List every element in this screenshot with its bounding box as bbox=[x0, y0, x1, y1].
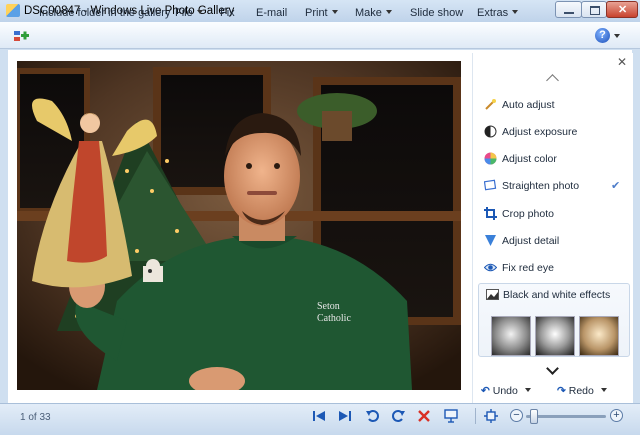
page-count: 1 of 33 bbox=[20, 412, 51, 423]
menu-print[interactable]: Print bbox=[305, 7, 338, 19]
magic-wand-icon bbox=[485, 99, 496, 110]
fix-label: Straighten photo bbox=[502, 180, 580, 192]
menu-fix[interactable]: Fix bbox=[220, 7, 235, 19]
detail-icon bbox=[485, 235, 496, 246]
fix-adjust-exposure[interactable]: Adjust exposure bbox=[484, 123, 624, 141]
zoom-out-icon[interactable]: − bbox=[510, 409, 523, 422]
fix-label: Fix red eye bbox=[502, 262, 554, 274]
crop-icon bbox=[484, 207, 497, 220]
menu-bar bbox=[0, 22, 640, 49]
close-panel-icon[interactable]: ✕ bbox=[617, 56, 627, 68]
photo-image: Seton Catholic bbox=[17, 61, 461, 390]
rotate-left-icon[interactable] bbox=[365, 408, 381, 424]
color-wheel-icon bbox=[484, 152, 497, 165]
fix-crop-photo[interactable]: Crop photo bbox=[484, 205, 624, 223]
chevron-down-icon bbox=[331, 10, 338, 14]
close-window-button[interactable] bbox=[606, 1, 638, 18]
bw-effect-thumbnail[interactable] bbox=[491, 316, 531, 356]
fix-adjust-detail[interactable]: Adjust detail bbox=[484, 232, 624, 250]
slide-show-icon[interactable] bbox=[443, 408, 459, 424]
bw-effects-group: Black and white effects bbox=[478, 283, 630, 357]
fix-label: Adjust detail bbox=[502, 235, 560, 247]
fix-label: Crop photo bbox=[502, 208, 554, 220]
chevron-down-icon bbox=[196, 10, 203, 14]
delete-icon[interactable] bbox=[416, 408, 432, 424]
undo-icon: ↶ bbox=[481, 385, 490, 397]
chevron-down-icon bbox=[600, 388, 607, 392]
chevron-down-icon bbox=[524, 388, 531, 392]
fix-red-eye[interactable]: Fix red eye bbox=[484, 259, 624, 277]
status-divider bbox=[475, 408, 476, 424]
menu-extras[interactable]: Extras bbox=[477, 7, 519, 19]
zoom-slider-thumb[interactable] bbox=[530, 409, 538, 424]
menu-email[interactable]: E-mail bbox=[256, 7, 287, 19]
redo-label: Redo bbox=[568, 385, 594, 397]
menu-file[interactable]: File bbox=[175, 7, 203, 19]
undo-label: Undo bbox=[492, 385, 518, 397]
menu-file-label: File bbox=[175, 7, 193, 19]
svg-text:Catholic: Catholic bbox=[317, 313, 351, 324]
checkmark-icon: ✔ bbox=[611, 180, 621, 192]
eye-icon bbox=[484, 263, 497, 272]
minimize-button[interactable] bbox=[555, 1, 582, 18]
fix-adjust-color[interactable]: Adjust color bbox=[484, 150, 624, 168]
chevron-down-icon bbox=[385, 10, 392, 14]
zoom-slider-track[interactable] bbox=[526, 415, 606, 418]
bw-effects-icon bbox=[486, 289, 499, 300]
fix-label: Adjust exposure bbox=[502, 126, 578, 138]
menu-make[interactable]: Make bbox=[355, 7, 392, 19]
zoom-in-icon[interactable]: + bbox=[610, 409, 623, 422]
actual-size-icon[interactable] bbox=[483, 408, 499, 424]
menu-make-label: Make bbox=[355, 7, 382, 19]
undo-button[interactable]: ↶ Undo bbox=[481, 385, 531, 397]
bw-effects-label: Black and white effects bbox=[503, 289, 611, 301]
straighten-icon bbox=[484, 179, 497, 191]
help-icon[interactable]: ? bbox=[595, 28, 610, 43]
photo-viewer[interactable]: Seton Catholic bbox=[17, 61, 461, 390]
include-folder-button[interactable]: Include folder in the gallery bbox=[39, 7, 170, 19]
fix-straighten-photo[interactable]: Straighten photo ✔ bbox=[484, 177, 624, 195]
svg-text:Seton: Seton bbox=[317, 301, 340, 312]
fix-label: Auto adjust bbox=[502, 99, 555, 111]
redo-icon: ↷ bbox=[557, 385, 566, 397]
fix-auto-adjust[interactable]: Auto adjust bbox=[484, 96, 624, 114]
rotate-right-icon[interactable] bbox=[390, 408, 406, 424]
bw-effect-thumbnail[interactable] bbox=[535, 316, 575, 356]
photo-gallery-app-icon bbox=[6, 4, 20, 17]
chevron-down-icon bbox=[512, 10, 519, 14]
maximize-button[interactable] bbox=[581, 1, 607, 18]
menu-extras-label: Extras bbox=[477, 7, 509, 19]
chevron-down-icon[interactable] bbox=[614, 34, 620, 38]
previous-icon[interactable] bbox=[311, 408, 327, 424]
menu-slide-show[interactable]: Slide show bbox=[410, 7, 463, 19]
fix-label: Adjust color bbox=[502, 153, 557, 165]
bw-effect-thumbnail[interactable] bbox=[579, 316, 619, 356]
redo-button[interactable]: ↷ Redo bbox=[557, 385, 607, 397]
exposure-icon bbox=[484, 125, 497, 138]
include-folder-icon bbox=[14, 31, 29, 41]
next-icon[interactable] bbox=[337, 408, 353, 424]
menu-print-label: Print bbox=[305, 7, 328, 19]
